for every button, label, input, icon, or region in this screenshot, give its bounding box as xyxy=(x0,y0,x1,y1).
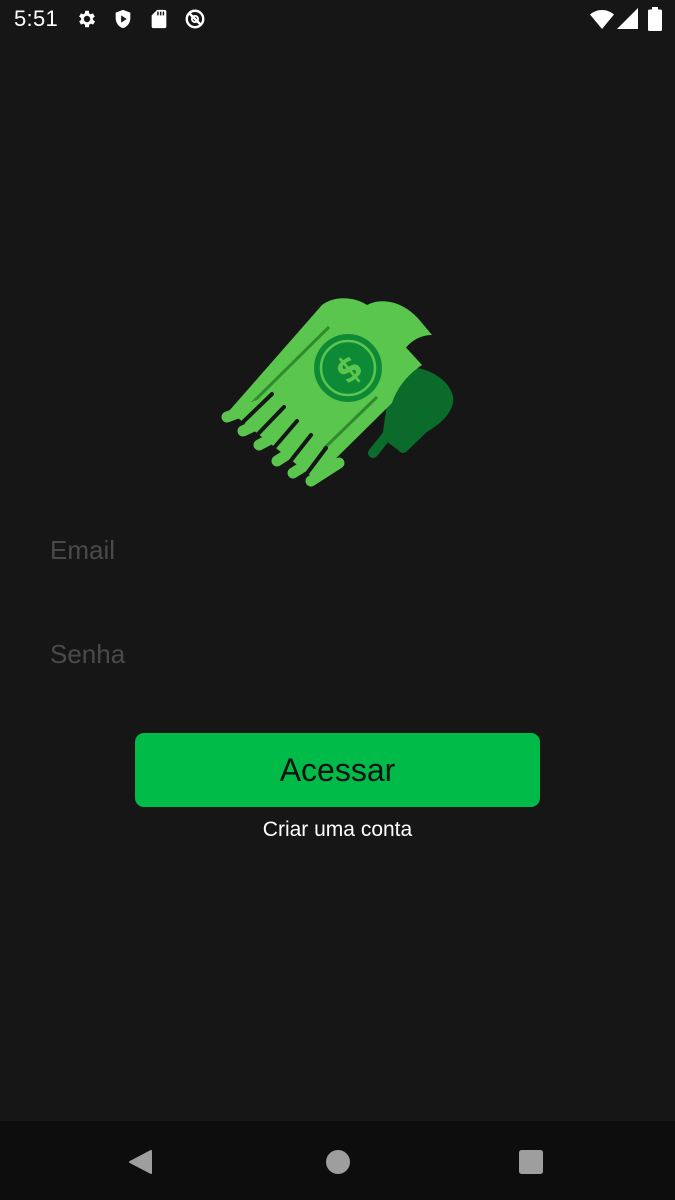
data-saver-icon xyxy=(184,8,206,30)
flying-money-logo: $ xyxy=(217,293,459,493)
navigation-bar xyxy=(0,1121,675,1200)
login-screen: 5:51 $ Email Acessar Criar uma conta xyxy=(0,0,675,1200)
home-icon[interactable] xyxy=(321,1145,355,1179)
create-account-link[interactable]: Criar uma conta xyxy=(0,818,675,842)
recents-icon[interactable] xyxy=(514,1145,548,1179)
flying-money-icon: $ xyxy=(221,298,454,487)
login-button[interactable]: Acessar xyxy=(135,733,540,807)
sd-card-icon xyxy=(148,8,170,30)
battery-icon xyxy=(648,7,662,31)
play-protect-icon xyxy=(112,8,134,30)
back-icon[interactable] xyxy=(124,1145,158,1179)
settings-icon xyxy=(76,8,98,30)
status-bar: 5:51 xyxy=(0,0,675,40)
status-time: 5:51 xyxy=(14,6,59,31)
password-field[interactable] xyxy=(50,626,625,682)
wifi-icon xyxy=(590,8,614,30)
email-field[interactable] xyxy=(50,522,625,578)
signal-icon xyxy=(617,8,638,29)
